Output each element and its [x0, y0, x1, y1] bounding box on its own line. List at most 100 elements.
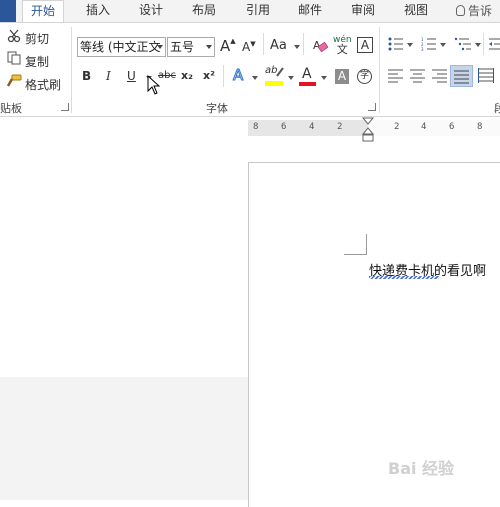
underline-button[interactable]: U: [127, 69, 136, 83]
ribbon: 剪切 复制 格式刷 贴板 等线 (中文正文 五号 A▲ A▼ Aa A wén …: [0, 22, 500, 117]
file-tab-edge[interactable]: [0, 0, 16, 22]
group-divider: [71, 27, 72, 113]
mouse-cursor-icon: [147, 75, 161, 95]
superscript-button[interactable]: x²: [203, 69, 215, 82]
change-case-label: Aa: [270, 38, 287, 53]
tab-view[interactable]: 视图: [404, 0, 428, 22]
grow-font-icon: A: [220, 37, 231, 55]
align-center-icon[interactable]: [410, 69, 426, 83]
divider: [303, 33, 304, 55]
tab-layout[interactable]: 布局: [192, 0, 216, 22]
ruler-number: 8: [477, 122, 483, 132]
grow-font-button[interactable]: A▲: [220, 37, 236, 55]
highlighter-pen-icon: [276, 67, 284, 77]
format-painter-icon: [6, 74, 22, 87]
spellcheck-underline: [369, 276, 439, 279]
bold-label: B: [82, 69, 92, 83]
font-dialog-launcher-icon[interactable]: [368, 103, 376, 111]
underline-label: U: [127, 69, 136, 83]
enclose-characters-button[interactable]: 字: [357, 69, 372, 84]
ruler-number: 4: [309, 122, 315, 132]
workspace-background: [0, 377, 248, 500]
chevron-down-icon[interactable]: [288, 76, 294, 80]
divider: [483, 33, 484, 55]
copy-icon: [7, 51, 21, 65]
tell-me-label: 告诉: [468, 4, 493, 18]
clipboard-dialog-launcher-icon[interactable]: [61, 103, 69, 111]
distributed-icon[interactable]: [478, 68, 494, 84]
text-effects-button[interactable]: A: [232, 66, 244, 85]
tab-references[interactable]: 引用: [246, 0, 270, 22]
character-shading-button[interactable]: A: [335, 69, 349, 84]
format-painter-button[interactable]: 格式刷: [25, 76, 61, 93]
enclose-characters-label: 字: [359, 71, 369, 81]
tab-review[interactable]: 审阅: [351, 0, 375, 22]
margin-corner-mark: [344, 234, 367, 255]
cut-button[interactable]: 剪切: [25, 30, 49, 47]
character-shading-label: A: [337, 69, 347, 83]
svg-text:3: 3: [421, 47, 424, 51]
character-border-label: A: [360, 38, 370, 52]
change-case-button[interactable]: Aa: [270, 38, 287, 53]
subscript-button[interactable]: x₂: [181, 69, 193, 82]
justify-button[interactable]: [450, 65, 473, 87]
tab-home[interactable]: 开始: [22, 0, 65, 24]
chevron-down-icon[interactable]: [321, 76, 327, 80]
ruler-number: 8: [253, 122, 259, 132]
ribbon-tab-bar: 开始 插入 设计 布局 引用 邮件 审阅 视图 告诉: [0, 0, 500, 24]
font-name-value: 等线 (中文正文: [80, 40, 161, 54]
numbering-icon[interactable]: 1 2 3: [421, 37, 437, 51]
paragraph-group-label: 段: [494, 102, 500, 115]
tell-me-box[interactable]: 告诉: [456, 2, 492, 19]
chevron-down-icon[interactable]: [206, 45, 212, 49]
tab-insert[interactable]: 插入: [86, 0, 110, 22]
lightbulb-icon: [456, 5, 465, 16]
clear-formatting-icon[interactable]: A: [312, 37, 328, 53]
document-page[interactable]: [248, 162, 500, 507]
chevron-down-icon[interactable]: [440, 43, 446, 47]
ruler-number: 4: [421, 122, 427, 132]
phonetic-guide-button[interactable]: wén 文: [333, 36, 352, 56]
highlight-color-swatch: [265, 81, 283, 86]
align-left-icon[interactable]: [388, 69, 404, 83]
font-group-label: 字体: [206, 102, 228, 115]
tab-mailings[interactable]: 邮件: [298, 0, 322, 22]
font-color-button[interactable]: A: [302, 66, 312, 82]
chevron-down-icon[interactable]: [294, 45, 300, 49]
chevron-down-icon[interactable]: [157, 45, 163, 49]
text-effects-label: A: [232, 66, 244, 85]
subscript-label: x₂: [181, 69, 193, 82]
bullets-icon[interactable]: [388, 37, 404, 51]
watermark-logo: Bai 经验: [388, 459, 455, 478]
font-size-combo[interactable]: 五号: [167, 37, 215, 57]
indent-markers-icon[interactable]: [362, 117, 374, 143]
group-divider: [379, 27, 380, 113]
chevron-down-icon[interactable]: [407, 43, 413, 47]
shrink-font-icon: A: [242, 40, 251, 54]
font-color-label: A: [302, 66, 312, 82]
divider: [223, 65, 224, 87]
font-name-combo[interactable]: 等线 (中文正文: [77, 37, 166, 57]
multilevel-list-icon[interactable]: [454, 37, 472, 51]
italic-button[interactable]: I: [106, 69, 111, 83]
align-right-icon[interactable]: [432, 69, 448, 83]
tab-design[interactable]: 设计: [139, 0, 163, 22]
decrease-indent-icon[interactable]: [489, 37, 500, 51]
font-size-value: 五号: [170, 40, 195, 54]
chevron-down-icon[interactable]: [475, 43, 481, 47]
clipboard-group-label: 贴板: [0, 102, 22, 115]
superscript-label: x²: [203, 69, 215, 82]
font-color-swatch: [299, 82, 316, 86]
ruler-number: 2: [337, 122, 343, 132]
ruler-number: 6: [449, 122, 455, 132]
shrink-font-button[interactable]: A▼: [242, 40, 256, 54]
character-border-button[interactable]: A: [357, 37, 373, 53]
copy-button[interactable]: 复制: [25, 53, 49, 70]
chevron-down-icon[interactable]: [252, 76, 258, 80]
ruler-number: 6: [281, 122, 287, 132]
divider: [263, 33, 264, 55]
phonetic-char: 文: [336, 43, 348, 56]
italic-label: I: [106, 69, 111, 83]
ruler-number: 2: [394, 122, 400, 132]
bold-button[interactable]: B: [82, 69, 91, 83]
